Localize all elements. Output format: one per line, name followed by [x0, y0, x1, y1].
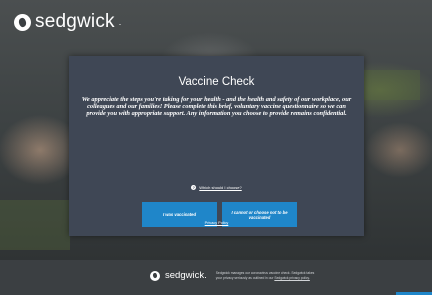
header-logo[interactable]: sedgwick .: [14, 11, 121, 33]
sedgwick-logo-icon: [14, 13, 31, 31]
footer-privacy-note: Sedgwick manages our coronavirus vaccine…: [216, 271, 321, 279]
footer: sedgwick. Sedgwick manages our coronavir…: [0, 261, 432, 295]
footer-brand: sedgwick.: [165, 270, 207, 281]
which-should-i-choose-link[interactable]: Which should I choose?: [199, 185, 241, 190]
vaccine-check-dialog: Vaccine Check We appreciate the steps yo…: [69, 56, 364, 236]
sedgwick-logo-icon: [150, 270, 160, 281]
footer-content: sedgwick. Sedgwick manages our coronavir…: [150, 270, 321, 281]
brand-mark: .: [118, 17, 122, 27]
dialog-title: Vaccine Check: [178, 76, 255, 88]
help-row: ? Which should I choose?: [69, 185, 364, 190]
brand-name: sedgwick: [35, 11, 115, 32]
dialog-intro-text: We appreciate the steps you're taking fo…: [81, 96, 352, 118]
footer-privacy-link[interactable]: Sedgwick privacy policy.: [274, 276, 310, 280]
privacy-policy-link[interactable]: Privacy Policy: [69, 221, 364, 225]
question-circle-icon: ?: [191, 185, 197, 190]
